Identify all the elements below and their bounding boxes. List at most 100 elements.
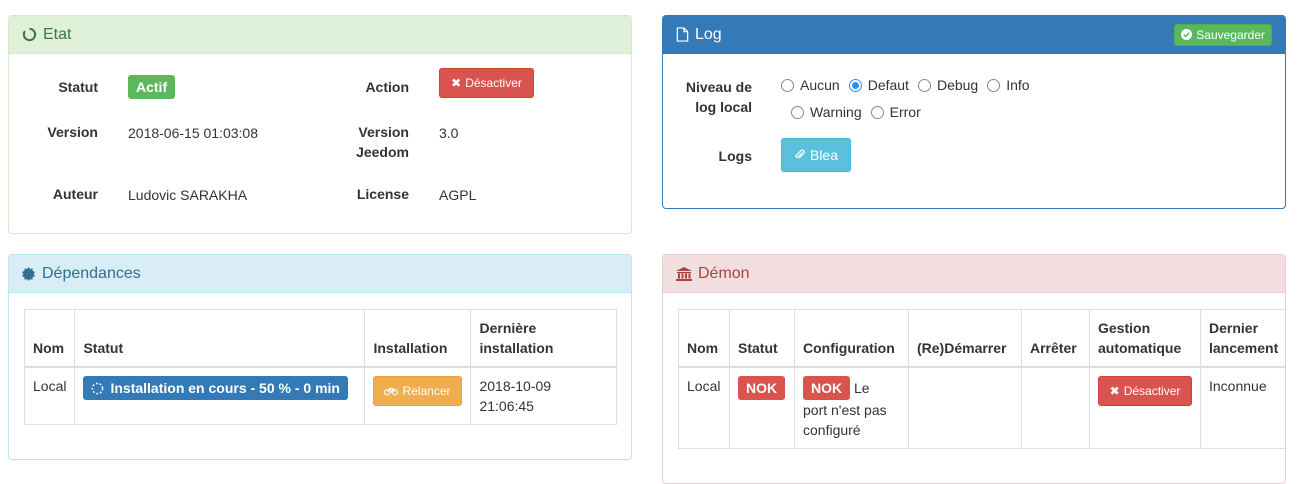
radio-aucun[interactable]: Aucun bbox=[781, 77, 840, 93]
blea-log-button[interactable]: Blea bbox=[781, 138, 851, 172]
col-derniere-installation: Dernière installation bbox=[470, 309, 617, 368]
gestion-desactiver-label: Désactiver bbox=[1123, 384, 1181, 398]
radio-warning[interactable]: Warning bbox=[791, 104, 862, 120]
col-statut: Statut bbox=[729, 309, 795, 368]
auteur-value: Ludovic SARAKHA bbox=[128, 187, 248, 203]
dep-installation: Relancer bbox=[364, 366, 472, 425]
action-label: Action bbox=[365, 79, 409, 95]
radio-circle[interactable] bbox=[870, 105, 884, 119]
radio-circle-checked[interactable] bbox=[848, 78, 862, 92]
radio-label: Debug bbox=[936, 77, 979, 93]
logs-label: Logs bbox=[718, 148, 752, 164]
demon-title: Démon bbox=[698, 264, 750, 282]
niveau-label-line1: Niveau de bbox=[685, 79, 752, 95]
log-title: Log bbox=[695, 25, 722, 43]
niveau-label-line2: log local bbox=[695, 99, 752, 115]
col-configuration: Configuration bbox=[794, 309, 909, 368]
demon-table: Nom Statut Configuration (Re)Démarrer Ar… bbox=[678, 309, 1285, 449]
dependances-title: Dépendances bbox=[42, 264, 141, 282]
dependances-panel: Dépendances Nom Statut Installation Dern… bbox=[8, 254, 632, 460]
log-panel: Log Sauvegarder Niveau de log local Aucu… bbox=[662, 15, 1286, 209]
dem-statut: NOK bbox=[729, 366, 795, 449]
col-gestion-automatique: Gestion automatique bbox=[1089, 309, 1201, 368]
col-installation: Installation bbox=[364, 309, 472, 368]
radio-error[interactable]: Error bbox=[870, 104, 921, 120]
demon-panel: Démon Nom Statut Configuration (Re)Démar… bbox=[662, 254, 1286, 484]
log-panel-heading: Log Sauvegarder bbox=[663, 16, 1285, 54]
relancer-label: Relancer bbox=[402, 384, 451, 398]
blea-label: Blea bbox=[809, 147, 839, 163]
niveau-label: Niveau de log local bbox=[663, 77, 752, 117]
sauvegarder-label: Sauvegarder bbox=[1196, 27, 1265, 42]
dep-statut: Installation en cours - 50 % - 0 min bbox=[74, 366, 366, 425]
times-icon: ✖ bbox=[451, 76, 462, 90]
table-header-row: Nom Statut Configuration (Re)Démarrer Ar… bbox=[678, 309, 1285, 368]
dependances-table: Nom Statut Installation Dernière install… bbox=[23, 309, 617, 425]
bicycle-icon bbox=[384, 386, 399, 396]
statut-value: Actif bbox=[128, 75, 176, 99]
table-row: Local NOK NOK Le port n'est pas configur… bbox=[678, 366, 1285, 449]
file-icon bbox=[676, 27, 689, 42]
config-text-2: port n'est pas bbox=[803, 402, 887, 418]
table-row: Local Installation en cours - 50 % - 0 m… bbox=[23, 366, 617, 425]
auteur-label: Auteur bbox=[52, 186, 98, 202]
config-text-3: configuré bbox=[803, 422, 861, 438]
col-nom: Nom bbox=[23, 309, 76, 368]
statut-badge: Actif bbox=[128, 75, 176, 99]
table-header-row: Nom Statut Installation Dernière install… bbox=[23, 309, 617, 368]
installation-status-badge: Installation en cours - 50 % - 0 min bbox=[83, 376, 348, 400]
radio-info[interactable]: Info bbox=[987, 77, 1030, 93]
paperclip-icon bbox=[794, 149, 806, 161]
radio-circle[interactable] bbox=[781, 78, 794, 92]
dem-configuration: NOK Le port n'est pas configuré bbox=[794, 366, 909, 449]
desactiver-label: Désactiver bbox=[465, 76, 522, 90]
certificate-icon bbox=[22, 266, 36, 281]
dem-dernier: Inconnue bbox=[1200, 366, 1285, 449]
dem-redemarrer bbox=[908, 366, 1022, 449]
bank-icon bbox=[676, 266, 692, 281]
nok-status-badge: NOK bbox=[738, 376, 786, 400]
demon-panel-heading: Démon bbox=[663, 255, 1285, 293]
version-label: Version bbox=[47, 124, 98, 140]
col-statut: Statut bbox=[74, 309, 366, 368]
radio-label: Info bbox=[1006, 77, 1030, 93]
statut-label: Statut bbox=[58, 79, 98, 95]
installation-status-text: Installation en cours - 50 % - 0 min bbox=[110, 380, 340, 396]
dep-nom: Local bbox=[23, 366, 76, 425]
gestion-desactiver-button[interactable]: ✖ Désactiver bbox=[1098, 376, 1192, 406]
sauvegarder-button[interactable]: Sauvegarder bbox=[1174, 23, 1272, 46]
log-level-row-2: Warning Error bbox=[791, 104, 930, 120]
version-jeedom-label: Version Jeedom bbox=[309, 122, 409, 162]
log-level-row-1: Aucun Defaut Debug Info bbox=[781, 77, 1039, 93]
radio-circle[interactable] bbox=[917, 78, 931, 92]
relancer-button[interactable]: Relancer bbox=[373, 376, 462, 406]
dem-gestion: ✖ Désactiver bbox=[1089, 366, 1201, 449]
radio-circle[interactable] bbox=[987, 78, 1001, 92]
radio-label: Warning bbox=[810, 104, 862, 120]
radio-label: Error bbox=[889, 104, 921, 120]
license-label: License bbox=[356, 186, 409, 202]
dependances-panel-heading: Dépendances bbox=[9, 255, 631, 293]
dep-derniere-date: 2018-10-09 bbox=[479, 378, 552, 394]
config-text-1: Le bbox=[854, 380, 870, 396]
dem-nom: Local bbox=[678, 366, 730, 449]
desactiver-button[interactable]: ✖ Désactiver bbox=[439, 68, 534, 98]
version-value: 2018-06-15 01:03:08 bbox=[128, 125, 258, 141]
col-dernier-lancement: Dernier lancement bbox=[1200, 309, 1285, 368]
circle-notch-icon bbox=[22, 27, 37, 42]
nok-config-badge: NOK bbox=[803, 376, 851, 400]
spinner-icon bbox=[91, 382, 104, 395]
radio-label: Defaut bbox=[867, 77, 909, 93]
radio-debug[interactable]: Debug bbox=[917, 77, 979, 93]
etat-panel-heading: Etat bbox=[9, 16, 631, 54]
license-value: AGPL bbox=[439, 187, 477, 203]
dep-derniere: 2018-10-09 21:06:45 bbox=[470, 366, 617, 425]
radio-circle[interactable] bbox=[791, 105, 804, 119]
radio-defaut[interactable]: Defaut bbox=[848, 77, 909, 93]
col-redemarrer: (Re)Démarrer bbox=[908, 309, 1022, 368]
version-jeedom-value: 3.0 bbox=[439, 125, 459, 141]
dem-arreter bbox=[1021, 366, 1090, 449]
dep-derniere-time: 21:06:45 bbox=[479, 398, 534, 414]
col-nom: Nom bbox=[678, 309, 730, 368]
col-arreter: Arrêter bbox=[1021, 309, 1090, 368]
